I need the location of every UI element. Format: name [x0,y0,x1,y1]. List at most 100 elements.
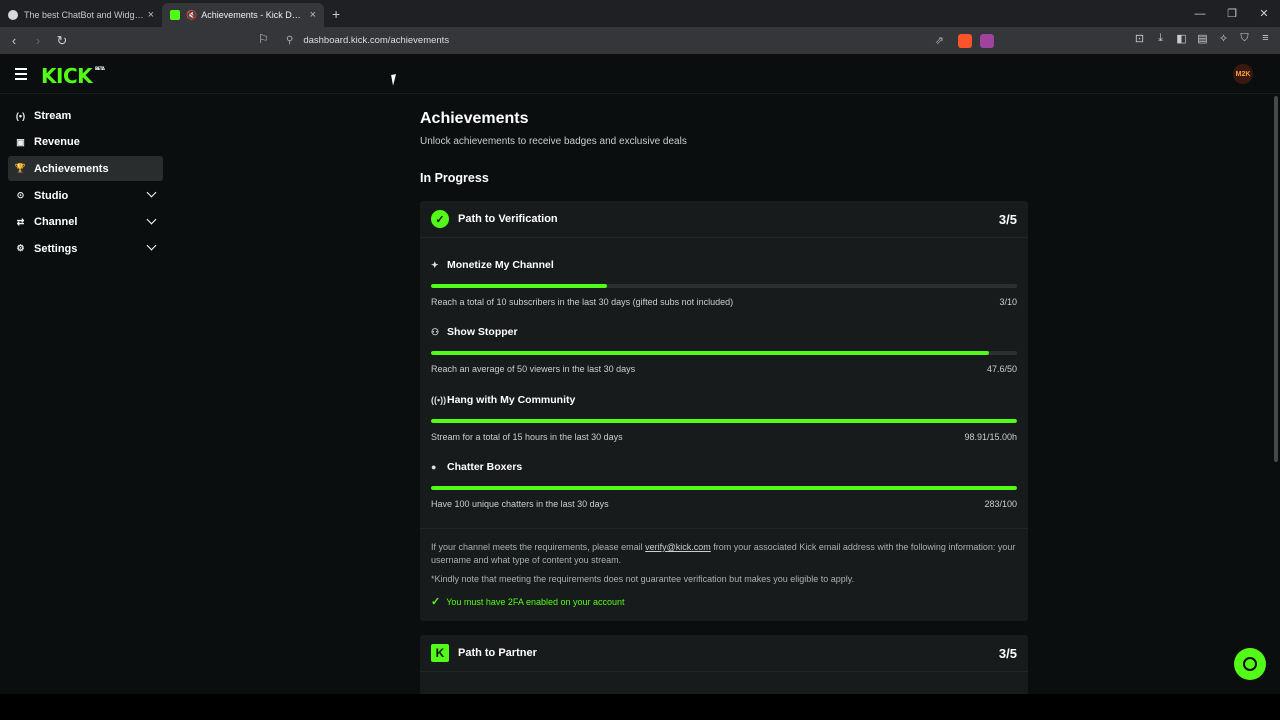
hamburger-menu-icon[interactable] [15,68,27,83]
gear-icon: ⚙ [16,243,25,254]
top-header: KICK BETA M2K [0,54,1280,94]
chevron-down-icon[interactable] [146,214,157,225]
browser-actions: ⊡ ⤓ ◧ ▤ ✧ ⛉ ≡ [1133,32,1272,45]
close-window-button[interactable]: ✕ [1248,7,1280,20]
sidebar: (•) Stream ▣ Revenue 🏆 Achievements ⊙ St… [8,103,163,263]
help-support-button[interactable] [1234,648,1266,680]
sidebar-toggle-icon[interactable]: ◧ [1175,32,1188,45]
requirement-2fa: ✓ You must have 2FA enabled on your acco… [431,595,625,608]
achievement-item: ⚇ Show Stopper Reach an average of 50 vi… [420,305,1028,374]
sidebar-item-label: Settings [34,242,78,255]
progress-bar [431,485,1017,490]
back-icon[interactable]: ‹ [4,33,24,48]
bottom-black-bar [0,694,1280,720]
reload-icon[interactable]: ↻ [52,33,72,49]
divider [420,528,1028,529]
vpn-icon[interactable]: ⛉ [1238,32,1251,45]
broadcast-icon: (•) [15,110,26,121]
sidebar-item-achievements[interactable]: 🏆 Achievements [8,156,163,182]
achievement-item: ● Chatter Boxers Have 100 unique chatter… [420,440,1028,509]
achievement-name: Show Stopper [447,326,518,339]
brave-shields-icon[interactable] [958,33,972,48]
progress-fill [431,351,989,356]
achievement-title: ● Chatter Boxers [431,461,522,473]
tab-title: Achievements - Kick Dashboard [201,10,306,20]
wallet-icon[interactable]: ▤ [1196,32,1209,45]
tab-title: The best ChatBot and Widgets for Kick [24,10,144,20]
sidebar-item-revenue[interactable]: ▣ Revenue [8,130,163,155]
achievement-item: ✦ Monetize My Channel Reach a total of 1… [420,238,1028,307]
minimize-button[interactable]: — [1184,8,1216,20]
progress-fill [431,418,1017,423]
sidebar-item-settings[interactable]: ⚙ Settings [8,236,163,261]
studio-icon: ⊙ [16,190,25,201]
sidebar-item-channel[interactable]: ⇄ Channel [8,210,163,235]
download-icon[interactable]: ⤓ [1154,32,1167,45]
browser-tabbar: The best ChatBot and Widgets for Kick × … [0,0,1280,27]
chevron-down-icon[interactable] [146,240,157,251]
mute-icon[interactable]: 🔇 [186,10,197,21]
trophy-icon: 🏆 [14,163,27,174]
new-tab-button[interactable]: + [332,6,340,22]
card-progress-count: 3/5 [998,211,1017,227]
channel-icon: ⇄ [16,216,25,227]
kick-badge-icon: K [431,644,449,662]
verified-badge-icon: ✓ [431,210,449,228]
kick-favicon-icon [170,10,180,20]
page-subtitle: Unlock achievements to receive badges an… [420,136,687,147]
headset-icon [1243,657,1257,671]
broadcast-icon: ((•)) [431,394,447,405]
bot-favicon-icon [8,10,18,20]
chevron-down-icon[interactable] [146,187,157,198]
card-title: Path to Verification [458,213,558,225]
avatar[interactable]: M2K [1233,64,1253,84]
verification-disclaimer: *Kindly note that meeting the requiremen… [431,574,855,584]
partner-card: K Path to Partner 3/5 [420,635,1028,695]
sidebar-item-label: Revenue [34,136,80,149]
url-text[interactable]: dashboard.kick.com/achievements [303,35,934,46]
tab-close-icon[interactable]: × [148,9,154,21]
check-icon: ✓ [431,596,441,608]
achievement-title: ✦ Monetize My Channel [431,259,554,271]
kick-logo[interactable]: KICK BETA [41,64,105,88]
restore-button[interactable]: ❐ [1216,7,1248,20]
achievement-item: ((•)) Hang with My Community Stream for … [420,373,1028,442]
achievement-value: 283/100 [984,498,1017,509]
share-icon[interactable]: ⇗ [935,34,944,47]
achievement-description: Have 100 unique chatters in the last 30 … [431,498,609,509]
browser-toolbar: ‹ › ↻ ⚐ ⚲ dashboard.kick.com/achievement… [0,27,1280,54]
achievement-name: Hang with My Community [447,393,576,406]
card-header: ✓ Path to Verification 3/5 [420,201,1028,238]
requirement-text: You must have 2FA enabled on your accoun… [446,596,625,607]
achievement-name: Chatter Boxers [447,460,523,473]
sidebar-item-studio[interactable]: ⊙ Studio [8,183,163,208]
progress-bar [431,284,1017,288]
site-info-icon[interactable]: ⚲ [286,35,293,46]
address-bar[interactable]: ⚲ dashboard.kick.com/achievements ⇗ [280,30,1000,51]
card-header: K Path to Partner 3/5 [420,635,1028,672]
beta-badge: BETA [95,66,105,71]
achievement-name: Monetize My Channel [447,259,554,271]
brave-rewards-icon[interactable] [980,33,994,48]
achievement-title: ⚇ Show Stopper [431,326,518,338]
page-scrollbar[interactable] [1274,96,1278,462]
chat-bubble-icon: ● [431,461,437,472]
sparkle-icon: ✦ [431,259,439,270]
screenshot-icon[interactable]: ⊡ [1133,32,1146,45]
dashboard-page: KICK BETA M2K (•) Stream ▣ Revenue 🏆 Ach… [0,54,1280,695]
verify-email-link[interactable]: verify@kick.com [645,542,711,552]
menu-icon[interactable]: ≡ [1259,32,1272,45]
bookmark-icon[interactable]: ⚐ [258,32,269,46]
browser-tab-chatbot[interactable]: The best ChatBot and Widgets for Kick × [0,3,162,27]
sidebar-item-stream[interactable]: (•) Stream [8,103,163,128]
window-controls: — ❐ ✕ [1184,0,1280,27]
viewers-icon: ⚇ [431,326,440,337]
verification-note: If your channel meets the requirements, … [431,541,1017,567]
sidebar-item-label: Stream [34,109,72,122]
tab-close-icon[interactable]: × [310,9,316,21]
forward-icon[interactable]: › [28,33,48,48]
page-title: Achievements [420,110,529,127]
leo-ai-icon[interactable]: ✧ [1217,32,1230,45]
browser-tab-achievements[interactable]: 🔇 Achievements - Kick Dashboard × [162,3,324,27]
sidebar-item-label: Achievements [34,162,109,175]
